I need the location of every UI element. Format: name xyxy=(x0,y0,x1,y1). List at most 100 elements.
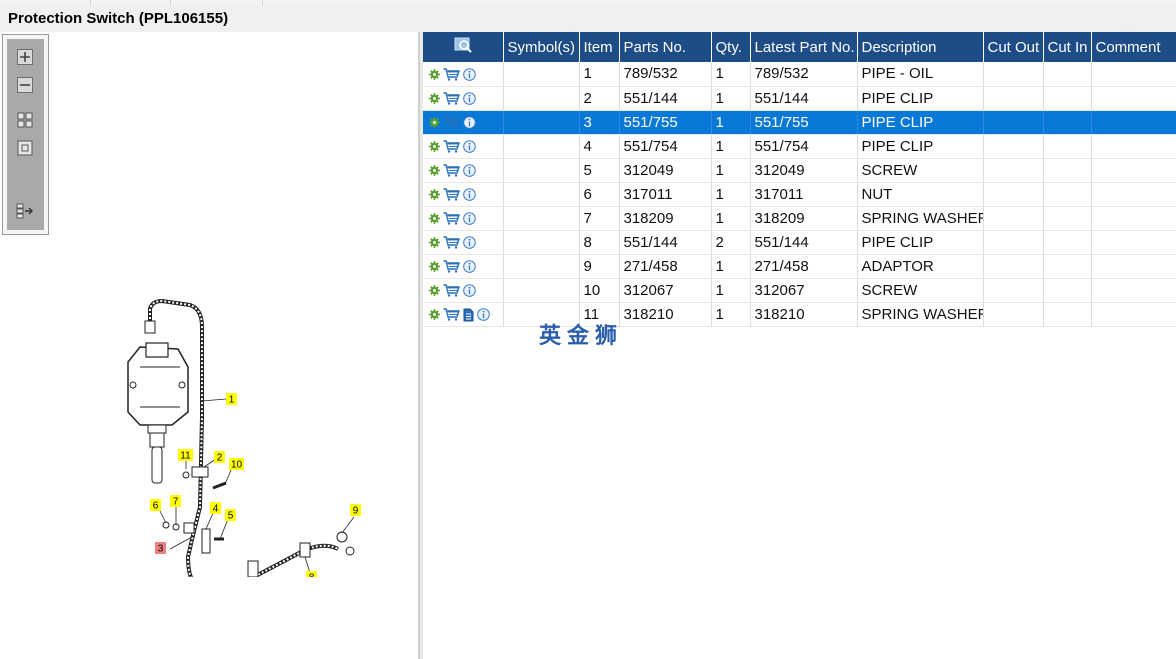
switch-body xyxy=(127,342,189,484)
actual-size-icon[interactable] xyxy=(14,138,36,158)
table-row[interactable]: 4 551/754 1 551/754 PIPE CLIP xyxy=(423,134,1176,159)
callout-3[interactable]: 3 xyxy=(155,542,166,555)
cell-cut-in xyxy=(1043,182,1092,207)
cell-qty: 1 xyxy=(711,302,751,327)
gear-icon[interactable] xyxy=(429,213,440,225)
exploded-parts-diagram[interactable]: 1 2 3 4 5 6 7 8 8 9 10 11 xyxy=(110,267,370,577)
cell-cut-out xyxy=(983,206,1044,231)
table-row[interactable]: 1 789/532 1 789/532 PIPE - OIL xyxy=(423,62,1176,87)
column-header-qty[interactable]: Qty. xyxy=(711,32,751,62)
info-icon[interactable] xyxy=(463,92,476,105)
split-layout-icon[interactable] xyxy=(14,201,36,221)
gear-icon[interactable] xyxy=(429,165,440,177)
svg-text:5: 5 xyxy=(228,511,234,522)
cell-symbols xyxy=(503,278,580,303)
info-icon[interactable] xyxy=(477,308,490,321)
gear-icon[interactable] xyxy=(429,117,440,129)
column-header-latest-part-no[interactable]: Latest Part No. xyxy=(750,32,858,62)
column-header-parts-no[interactable]: Parts No. xyxy=(619,32,712,62)
table-row[interactable]: 9 271/458 1 271/458 ADAPTOR xyxy=(423,254,1176,279)
callout-4[interactable]: 4 xyxy=(210,502,221,515)
cart-icon[interactable] xyxy=(443,116,460,129)
cart-icon[interactable] xyxy=(443,164,460,177)
cell-cut-out xyxy=(983,182,1044,207)
row-actions xyxy=(423,134,504,159)
info-icon[interactable] xyxy=(463,116,476,129)
cell-cut-in xyxy=(1043,206,1092,231)
cell-description: SCREW xyxy=(857,278,984,303)
column-header-item[interactable]: Item xyxy=(579,32,620,62)
info-icon[interactable] xyxy=(463,236,476,249)
table-row[interactable]: 7 318209 1 318209 SPRING WASHER xyxy=(423,206,1176,231)
info-icon[interactable] xyxy=(463,260,476,273)
cart-icon[interactable] xyxy=(443,284,460,297)
svg-text:8: 8 xyxy=(309,573,315,578)
column-header-cut-in[interactable]: Cut In xyxy=(1043,32,1092,62)
row-actions xyxy=(423,278,504,303)
table-row[interactable]: 5 312049 1 312049 SCREW xyxy=(423,158,1176,183)
column-header-tools[interactable] xyxy=(423,32,504,62)
gear-icon[interactable] xyxy=(429,261,440,273)
cell-latest-part-no: 789/532 xyxy=(750,62,858,87)
cart-icon[interactable] xyxy=(443,68,460,81)
info-icon[interactable] xyxy=(463,284,476,297)
cart-icon[interactable] xyxy=(443,140,460,153)
gear-icon[interactable] xyxy=(429,141,440,153)
gear-icon[interactable] xyxy=(429,189,440,201)
callout-11[interactable]: 11 xyxy=(178,449,193,462)
callout-9[interactable]: 9 xyxy=(350,504,361,517)
callout-8[interactable]: 8 xyxy=(306,571,317,577)
callout-5[interactable]: 5 xyxy=(225,509,236,522)
gear-icon[interactable] xyxy=(429,68,440,80)
info-icon[interactable] xyxy=(463,212,476,225)
callout-6[interactable]: 6 xyxy=(150,499,161,512)
cart-icon[interactable] xyxy=(443,236,460,249)
column-header-description[interactable]: Description xyxy=(857,32,984,62)
illustration-pane[interactable]: 1 2 3 4 5 6 7 8 8 9 10 11 xyxy=(0,32,419,659)
table-row[interactable]: 8 551/144 2 551/144 PIPE CLIP xyxy=(423,230,1176,255)
cart-icon[interactable] xyxy=(443,212,460,225)
gear-icon[interactable] xyxy=(429,309,440,321)
column-header-cut-out[interactable]: Cut Out xyxy=(983,32,1044,62)
zoom-in-icon[interactable] xyxy=(14,47,36,67)
callout-10[interactable]: 10 xyxy=(229,458,244,471)
gear-icon[interactable] xyxy=(429,237,440,249)
cell-item: 7 xyxy=(579,206,620,231)
cart-icon[interactable] xyxy=(443,308,460,321)
cell-comment xyxy=(1091,158,1176,183)
info-icon[interactable] xyxy=(463,164,476,177)
fit-all-icon[interactable] xyxy=(14,110,36,130)
info-icon[interactable] xyxy=(463,140,476,153)
column-header-comment[interactable]: Comment xyxy=(1091,32,1176,62)
cart-icon[interactable] xyxy=(443,260,460,273)
gear-icon[interactable] xyxy=(429,285,440,297)
title-bar: Protection Switch (PPL106155) xyxy=(0,6,1176,32)
gear-icon[interactable] xyxy=(429,93,440,105)
column-header-symbols[interactable]: Symbol(s) xyxy=(503,32,580,62)
info-icon[interactable] xyxy=(463,67,476,81)
table-row[interactable]: 6 317011 1 317011 NUT xyxy=(423,182,1176,207)
cart-icon[interactable] xyxy=(443,92,460,105)
cell-cut-out xyxy=(983,62,1044,87)
table-row[interactable]: 2 551/144 1 551/144 PIPE CLIP xyxy=(423,86,1176,111)
cell-parts-no: 312067 xyxy=(619,278,712,303)
cell-item: 8 xyxy=(579,230,620,255)
callout-1[interactable]: 1 xyxy=(226,393,237,406)
table-row[interactable]: 11 318210 1 318210 SPRING WASHER xyxy=(423,302,1176,327)
table-row[interactable]: 3 551/755 1 551/755 PIPE CLIP xyxy=(423,110,1176,135)
cell-description: PIPE CLIP xyxy=(857,134,984,159)
search-parts-icon[interactable] xyxy=(454,37,472,53)
info-icon[interactable] xyxy=(463,188,476,201)
cell-description: PIPE CLIP xyxy=(857,86,984,111)
document-icon[interactable] xyxy=(463,308,474,322)
cell-cut-out xyxy=(983,158,1044,183)
callout-2[interactable]: 2 xyxy=(214,451,225,464)
table-row[interactable]: 10 312067 1 312067 SCREW xyxy=(423,278,1176,303)
cart-icon[interactable] xyxy=(443,188,460,201)
cell-qty: 1 xyxy=(711,278,751,303)
callout-7[interactable]: 7 xyxy=(170,495,181,508)
cell-cut-out xyxy=(983,230,1044,255)
cell-cut-in xyxy=(1043,302,1092,327)
cell-cut-in xyxy=(1043,158,1092,183)
zoom-out-icon[interactable] xyxy=(14,75,36,95)
